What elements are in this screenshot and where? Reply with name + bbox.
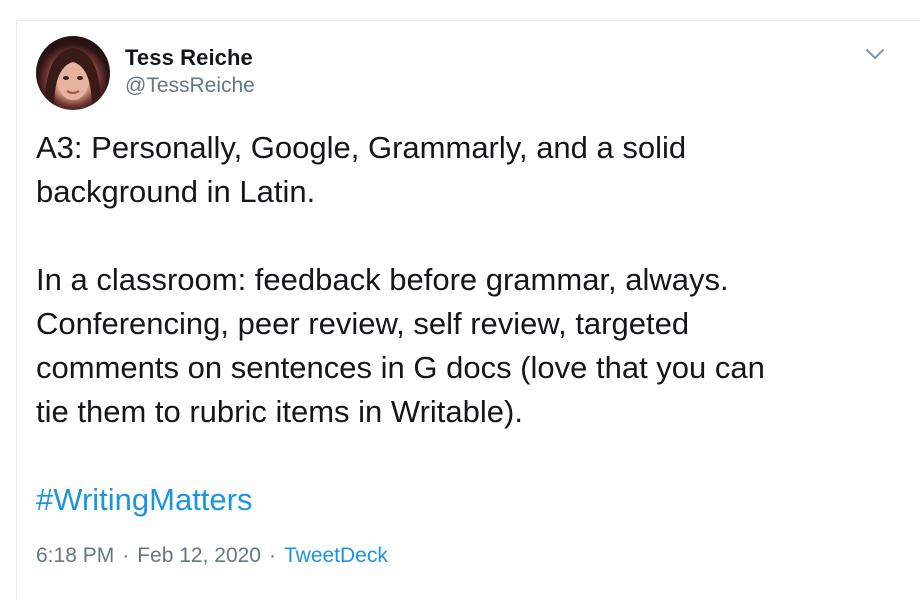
meta-separator: · bbox=[268, 544, 276, 567]
author-name[interactable]: Tess Reiche bbox=[125, 45, 253, 71]
tweet-text-line: tie them to rubric items in Writable). bbox=[36, 394, 523, 429]
tweet-source-link[interactable]: TweetDeck bbox=[284, 544, 388, 567]
tweet-time[interactable]: 6:18 PM bbox=[36, 544, 114, 567]
chevron-down-icon[interactable] bbox=[862, 44, 888, 64]
author-handle[interactable]: @TessReiche bbox=[125, 74, 255, 98]
tweet-date[interactable]: Feb 12, 2020 bbox=[137, 544, 261, 567]
tweet-text-line: A3: Personally, Google, Grammarly, and a… bbox=[36, 130, 687, 165]
tweet-text-line: background in Latin. bbox=[36, 174, 316, 209]
tweet-meta: 6:18 PM · Feb 12, 2020 · TweetDeck bbox=[36, 544, 388, 568]
tweet-text: A3: Personally, Google, Grammarly, and a… bbox=[36, 126, 896, 522]
tweet-text-line: Conferencing, peer review, self review, … bbox=[36, 306, 690, 341]
tweet-text-line: comments on sentences in G docs (love th… bbox=[36, 350, 765, 385]
avatar[interactable] bbox=[36, 36, 110, 110]
meta-separator: · bbox=[122, 544, 130, 567]
hashtag-link[interactable]: #WritingMatters bbox=[36, 482, 253, 517]
avatar-image bbox=[44, 48, 102, 110]
tweet-text-line: In a classroom: feedback before grammar,… bbox=[36, 262, 729, 297]
